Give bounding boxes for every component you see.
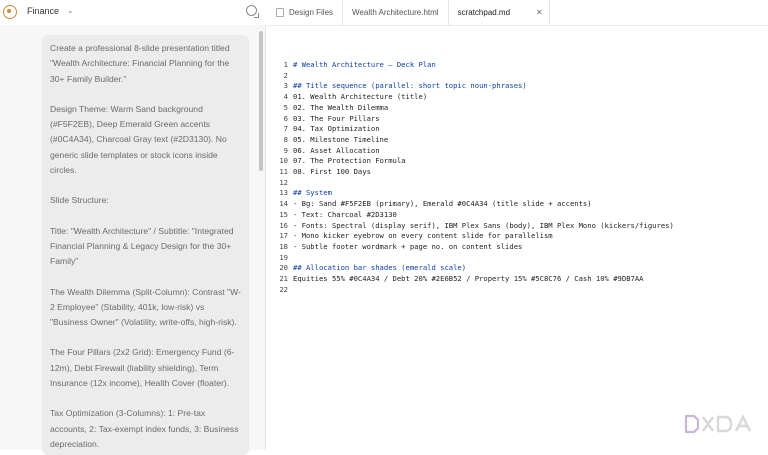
line-number: 2 — [283, 70, 288, 80]
line-text: 06. Asset Allocation — [293, 145, 380, 155]
line-number: 11 — [279, 167, 288, 176]
line-number: 16 — [279, 220, 288, 230]
line-number: 22 — [279, 284, 288, 294]
line-text: ## Allocation bar shades (emerald scale) — [293, 263, 467, 273]
line-text: Equities 55% #0C4A34 / Debt 20% #2E6B52 … — [293, 274, 644, 283]
line-text: - Fonts: Spectral (display serif), IBM P… — [293, 220, 674, 230]
line-number: 9 — [283, 145, 288, 155]
line-text: 08. First 100 Days — [293, 167, 371, 176]
line-number: 4 — [283, 92, 288, 102]
line-text: 04. Tax Optimization — [293, 124, 380, 134]
prompt-paragraph: Tax Optimization (3-Columns): 1: Pre-tax… — [50, 408, 239, 449]
tab-label: scratchpad.md — [457, 8, 511, 17]
tab-wealth-architecture-html[interactable]: Wealth Architecture.html — [343, 0, 448, 25]
line-number: 21 — [279, 274, 288, 283]
close-icon[interactable]: ✕ — [536, 8, 543, 17]
line-text: 02. The Wealth Dilemma — [293, 102, 389, 112]
line-text: 03. The Four Pillars — [293, 113, 380, 123]
line-text: - Subtle footer wordmark + page no. on c… — [293, 241, 523, 251]
prompt-paragraph: Design Theme: Warm Sand background (#F5F… — [50, 103, 227, 176]
code-editor[interactable]: 1 # Wealth Architecture — Deck Plan 2 3 ##… — [267, 50, 768, 450]
line-text: 01. Wealth Architecture (title) — [293, 92, 428, 102]
line-number: 17 — [279, 231, 288, 241]
prompt-paragraph: Title: "Wealth Architecture" / Subtitle:… — [50, 225, 234, 267]
prompt-paragraph: The Wealth Dilemma (Split-Column): Contr… — [50, 286, 241, 328]
line-text: - Mono kicker eyebrow on every content s… — [293, 231, 553, 241]
chevron-down-icon[interactable]: ⌄ — [67, 6, 74, 15]
line-number: 18 — [279, 241, 288, 251]
line-number: 8 — [283, 134, 288, 144]
line-text: - Bg: Sand #F5F2EB (primary), Emerald #0… — [293, 199, 592, 209]
line-number: 5 — [283, 102, 288, 112]
tab-label: Design Files — [289, 8, 334, 17]
line-text: ## Title sequence (parallel: short topic… — [293, 81, 527, 91]
tab-scratchpad-md[interactable]: scratchpad.md ✕ — [447, 0, 550, 25]
tab-label: Wealth Architecture.html — [352, 8, 439, 17]
xda-logo-icon — [684, 414, 752, 434]
line-number: 1 — [283, 60, 288, 69]
tabs-divider — [267, 25, 768, 26]
sidebar-scrollbar[interactable] — [259, 31, 263, 171]
line-text: # Wealth Architecture — Deck Plan — [293, 60, 436, 69]
new-chat-icon[interactable] — [246, 5, 259, 18]
line-number: 15 — [279, 209, 288, 219]
prompt-paragraph: The Four Pillars (2x2 Grid): Emergency F… — [50, 347, 235, 389]
project-name[interactable]: Finance — [27, 6, 59, 16]
line-number: 20 — [279, 263, 288, 273]
editor-tabs: Design Files Wealth Architecture.html sc… — [267, 0, 550, 25]
line-number: 13 — [279, 188, 288, 198]
file-icon — [276, 8, 284, 17]
line-number: 12 — [279, 177, 288, 187]
line-number: 14 — [279, 199, 288, 209]
project-header: Finance ⌄ — [0, 0, 265, 25]
tab-design-files[interactable]: Design Files — [267, 0, 342, 25]
line-text: - Text: Charcoal #2D3130 — [293, 209, 397, 219]
line-number: 3 — [283, 81, 288, 91]
palette-icon[interactable] — [3, 5, 17, 19]
xda-watermark-logo — [683, 414, 755, 434]
line-number: 6 — [283, 113, 288, 123]
line-number: 7 — [283, 124, 288, 134]
top-bar: Finance ⌄ Design Files Wealth Architectu… — [0, 0, 768, 25]
prompt-paragraph: Slide Structure: — [50, 195, 109, 206]
prompt-paragraph: Create a professional 8-slide presentati… — [50, 43, 230, 84]
chat-sidebar: Create a professional 8-slide presentati… — [0, 25, 266, 455]
user-prompt-message: Create a professional 8-slide presentati… — [42, 35, 249, 455]
line-number: 19 — [279, 252, 288, 262]
line-text: 07. The Protection Formula — [293, 156, 406, 166]
line-number: 10 — [279, 156, 288, 166]
line-text: 05. Milestone Timeline — [293, 134, 389, 144]
line-text: ## System — [293, 188, 332, 198]
